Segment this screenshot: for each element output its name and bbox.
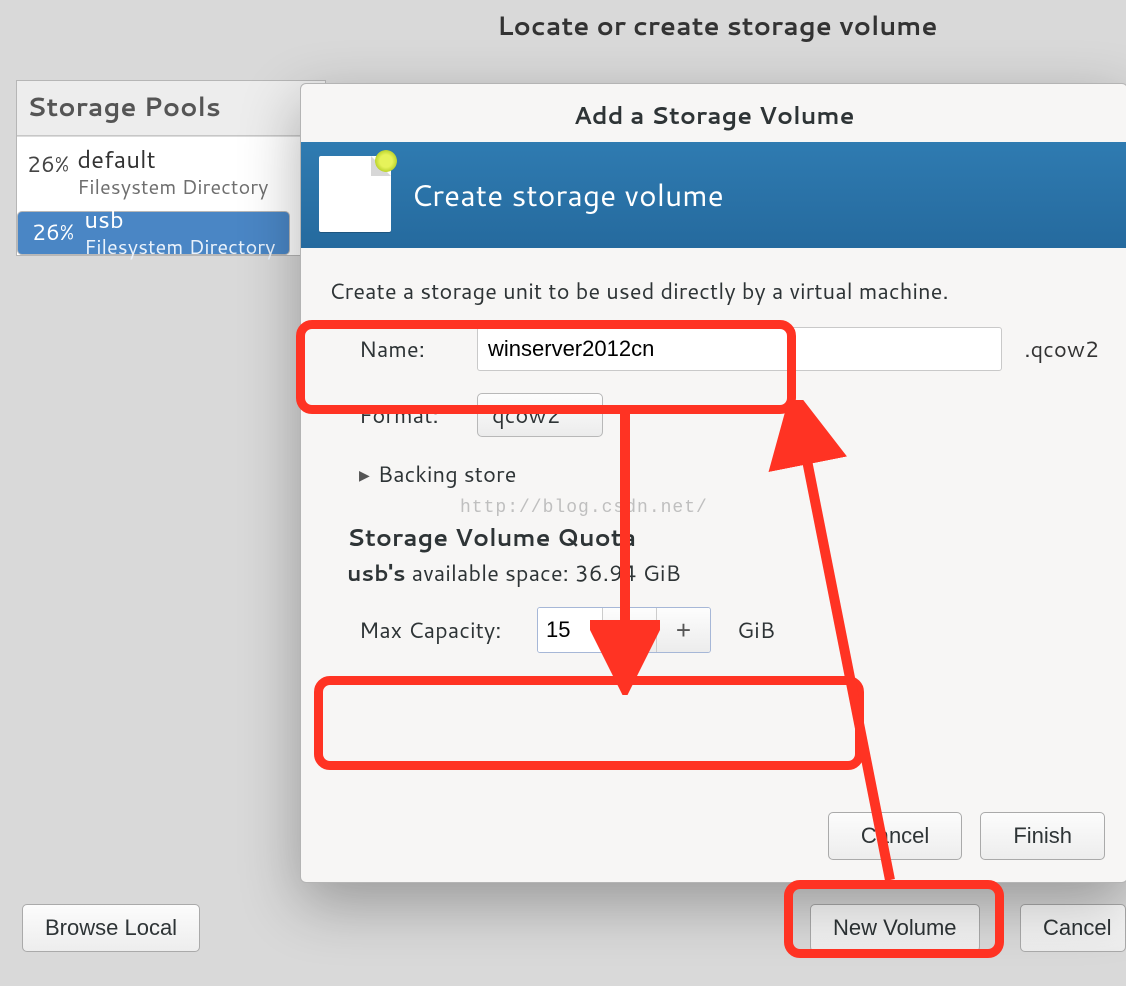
decrement-button[interactable]: −	[602, 608, 656, 652]
format-row: Format: qcow2 ﹀	[359, 393, 1099, 437]
pool-percent: 26%	[32, 213, 74, 253]
new-document-icon	[319, 156, 391, 232]
dialog-actions: Cancel Finish	[828, 812, 1105, 860]
name-row: Name: .qcow2	[359, 327, 1099, 371]
dialog-title: Add a Storage Volume	[301, 84, 1126, 142]
add-storage-volume-dialog: Add a Storage Volume Create storage volu…	[300, 83, 1126, 883]
quota-subtitle: usb's available space: 36.94 GiB	[347, 558, 1099, 589]
max-capacity-label: Max Capacity:	[359, 615, 523, 646]
dialog-banner-text: Create storage volume	[411, 173, 724, 216]
dialog-body: Create a storage unit to be used directl…	[301, 248, 1126, 653]
max-capacity-stepper[interactable]: − +	[537, 607, 711, 653]
pool-row-usb[interactable]: 26% usb Filesystem Directory	[17, 211, 290, 255]
dialog-finish-button[interactable]: Finish	[980, 812, 1105, 860]
max-capacity-input[interactable]	[538, 608, 602, 652]
page-title: Locate or create storage volume	[497, 8, 938, 44]
chevron-down-icon: ﹀	[570, 402, 588, 428]
new-volume-button[interactable]: New Volume	[810, 904, 980, 952]
browse-local-button[interactable]: Browse Local	[22, 904, 200, 952]
name-suffix: .qcow2	[1024, 334, 1099, 365]
pool-subtype: Filesystem Directory	[77, 173, 268, 201]
format-label: Format:	[359, 400, 463, 431]
format-value: qcow2	[492, 400, 560, 431]
dialog-lead: Create a storage unit to be used directl…	[329, 276, 1099, 307]
backing-store-toggle[interactable]: ▶ Backing store	[359, 459, 1099, 490]
name-input[interactable]	[477, 327, 1002, 371]
format-select[interactable]: qcow2 ﹀	[477, 393, 603, 437]
name-label: Name:	[359, 334, 463, 365]
pool-subtype: Filesystem Directory	[84, 233, 275, 261]
cancel-button[interactable]: Cancel	[1020, 904, 1126, 952]
triangle-right-icon: ▶	[359, 465, 370, 485]
storage-pools-panel: Storage Pools 26% default Filesystem Dir…	[16, 80, 326, 256]
pool-percent: 26%	[27, 145, 69, 185]
quota-pool-name: usb's	[347, 558, 406, 589]
increment-button[interactable]: +	[656, 608, 710, 652]
capacity-unit: GiB	[737, 615, 775, 646]
watermark-text: http://blog.csdn.net/	[460, 498, 708, 518]
backing-store-label: Backing store	[378, 459, 517, 490]
quota-title: Storage Volume Quota	[347, 520, 1099, 554]
quota-available: available space: 36.94 GiB	[412, 558, 681, 589]
dialog-cancel-button[interactable]: Cancel	[828, 812, 962, 860]
dialog-banner: Create storage volume	[301, 142, 1126, 248]
storage-pools-header: Storage Pools	[17, 81, 325, 136]
pool-name: usb	[84, 205, 275, 233]
pool-name: default	[77, 145, 268, 173]
pool-row-default[interactable]: 26% default Filesystem Directory	[17, 136, 325, 211]
max-capacity-row: Max Capacity: − + GiB	[359, 607, 1099, 653]
